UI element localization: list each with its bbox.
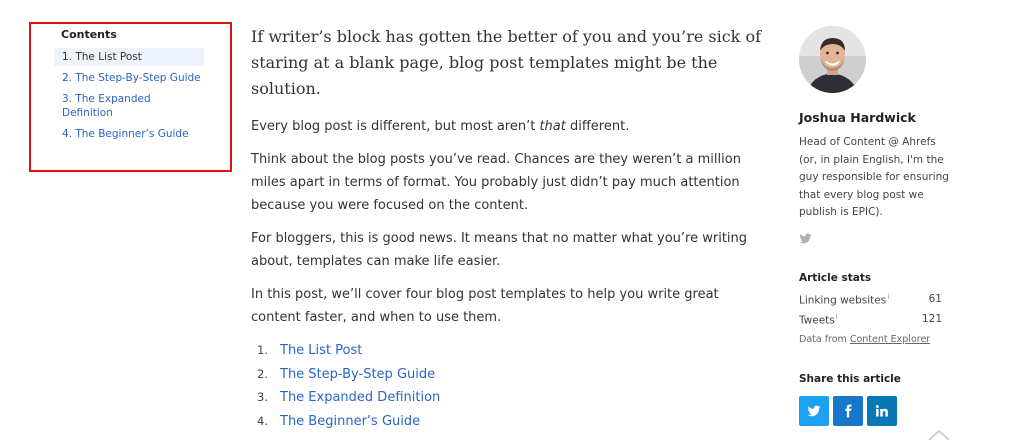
list-link-beginners-guide[interactable]: The Beginner’s Guide — [280, 414, 420, 429]
linkedin-icon — [875, 405, 888, 417]
article-paragraph: Think about the blog posts you’ve read. … — [251, 152, 741, 213]
data-source-note: Data from Content Explorer — [799, 334, 930, 345]
list-number: 3. — [257, 390, 268, 404]
avatar-photo — [799, 26, 866, 93]
list-number: 2. — [257, 366, 268, 381]
list-number: 4. — [257, 413, 268, 428]
list-link-expanded-definition[interactable]: The Expanded Definition — [280, 390, 440, 405]
article-paragraph: In this post, we’ll cover four blog post… — [251, 287, 719, 325]
share-heading: Share this article — [799, 373, 901, 385]
share-facebook-button[interactable] — [833, 396, 863, 426]
list-item: 4. The Beginner’s Guide — [251, 410, 771, 434]
scroll-up-icon[interactable] — [926, 428, 952, 440]
list-item: 2. The Step-By-Step Guide — [251, 363, 771, 387]
article-paragraph: Every blog post is different, but most a… — [251, 115, 771, 138]
article-lead: If writer’s block has gotten the better … — [251, 27, 762, 98]
article-stats-heading: Article stats — [799, 272, 872, 284]
paragraph-text: Every blog post is different, but most a… — [251, 119, 540, 134]
data-source-prefix: Data from — [799, 334, 850, 345]
content-explorer-link[interactable]: Content Explorer — [850, 334, 930, 345]
info-icon[interactable]: i — [836, 313, 838, 321]
article-paragraph: For bloggers, this is good news. It mean… — [251, 231, 748, 269]
list-link-list-post[interactable]: The List Post — [280, 343, 362, 358]
info-icon[interactable]: i — [887, 293, 889, 301]
facebook-icon — [845, 404, 852, 418]
twitter-icon[interactable] — [799, 232, 812, 245]
stat-label: Linking websites — [799, 294, 887, 307]
twitter-icon — [807, 405, 821, 417]
paragraph-text: different. — [565, 119, 630, 134]
template-list: 1. The List Post 2. The Step-By-Step Guide… — [251, 339, 771, 433]
list-link-step-by-step-guide[interactable]: The Step-By-Step Guide — [280, 367, 435, 382]
author-bio: Head of Content @ Ahrefs (or, in plain E… — [799, 136, 949, 218]
author-name[interactable]: Joshua Hardwick — [799, 110, 916, 125]
toc-item-list-post[interactable]: 1. The List Post — [54, 48, 204, 66]
stat-value: 61 — [928, 293, 942, 305]
stat-row-linking-websites: Linking websitesi 61 — [799, 293, 942, 307]
list-item: 3. The Expanded Definition — [251, 386, 771, 410]
author-avatar[interactable] — [799, 26, 866, 93]
list-number: 1. — [257, 343, 268, 357]
toc-item-step-by-step-guide[interactable]: 2. The Step-By-Step Guide — [54, 69, 204, 87]
list-item: 1. The List Post — [251, 339, 771, 363]
emphasis-text: that — [539, 119, 566, 134]
stat-row-tweets: Tweetsi 121 — [799, 313, 942, 327]
toc-title: Contents — [61, 28, 117, 41]
toc-item-expanded-definition[interactable]: 3. The Expanded Definition — [54, 90, 204, 122]
share-twitter-button[interactable] — [799, 396, 829, 426]
article-body: If writer’s block has gotten the better … — [251, 24, 771, 433]
share-linkedin-button[interactable] — [867, 396, 897, 426]
stat-label: Tweets — [799, 314, 835, 327]
stat-value: 121 — [921, 313, 942, 325]
toc-item-beginners-guide[interactable]: 4. The Beginner’s Guide — [54, 125, 204, 143]
table-of-contents: Contents 1. The List Post 2. The Step-By… — [29, 22, 232, 172]
toc-list: 1. The List Post 2. The Step-By-Step Gui… — [54, 48, 204, 146]
